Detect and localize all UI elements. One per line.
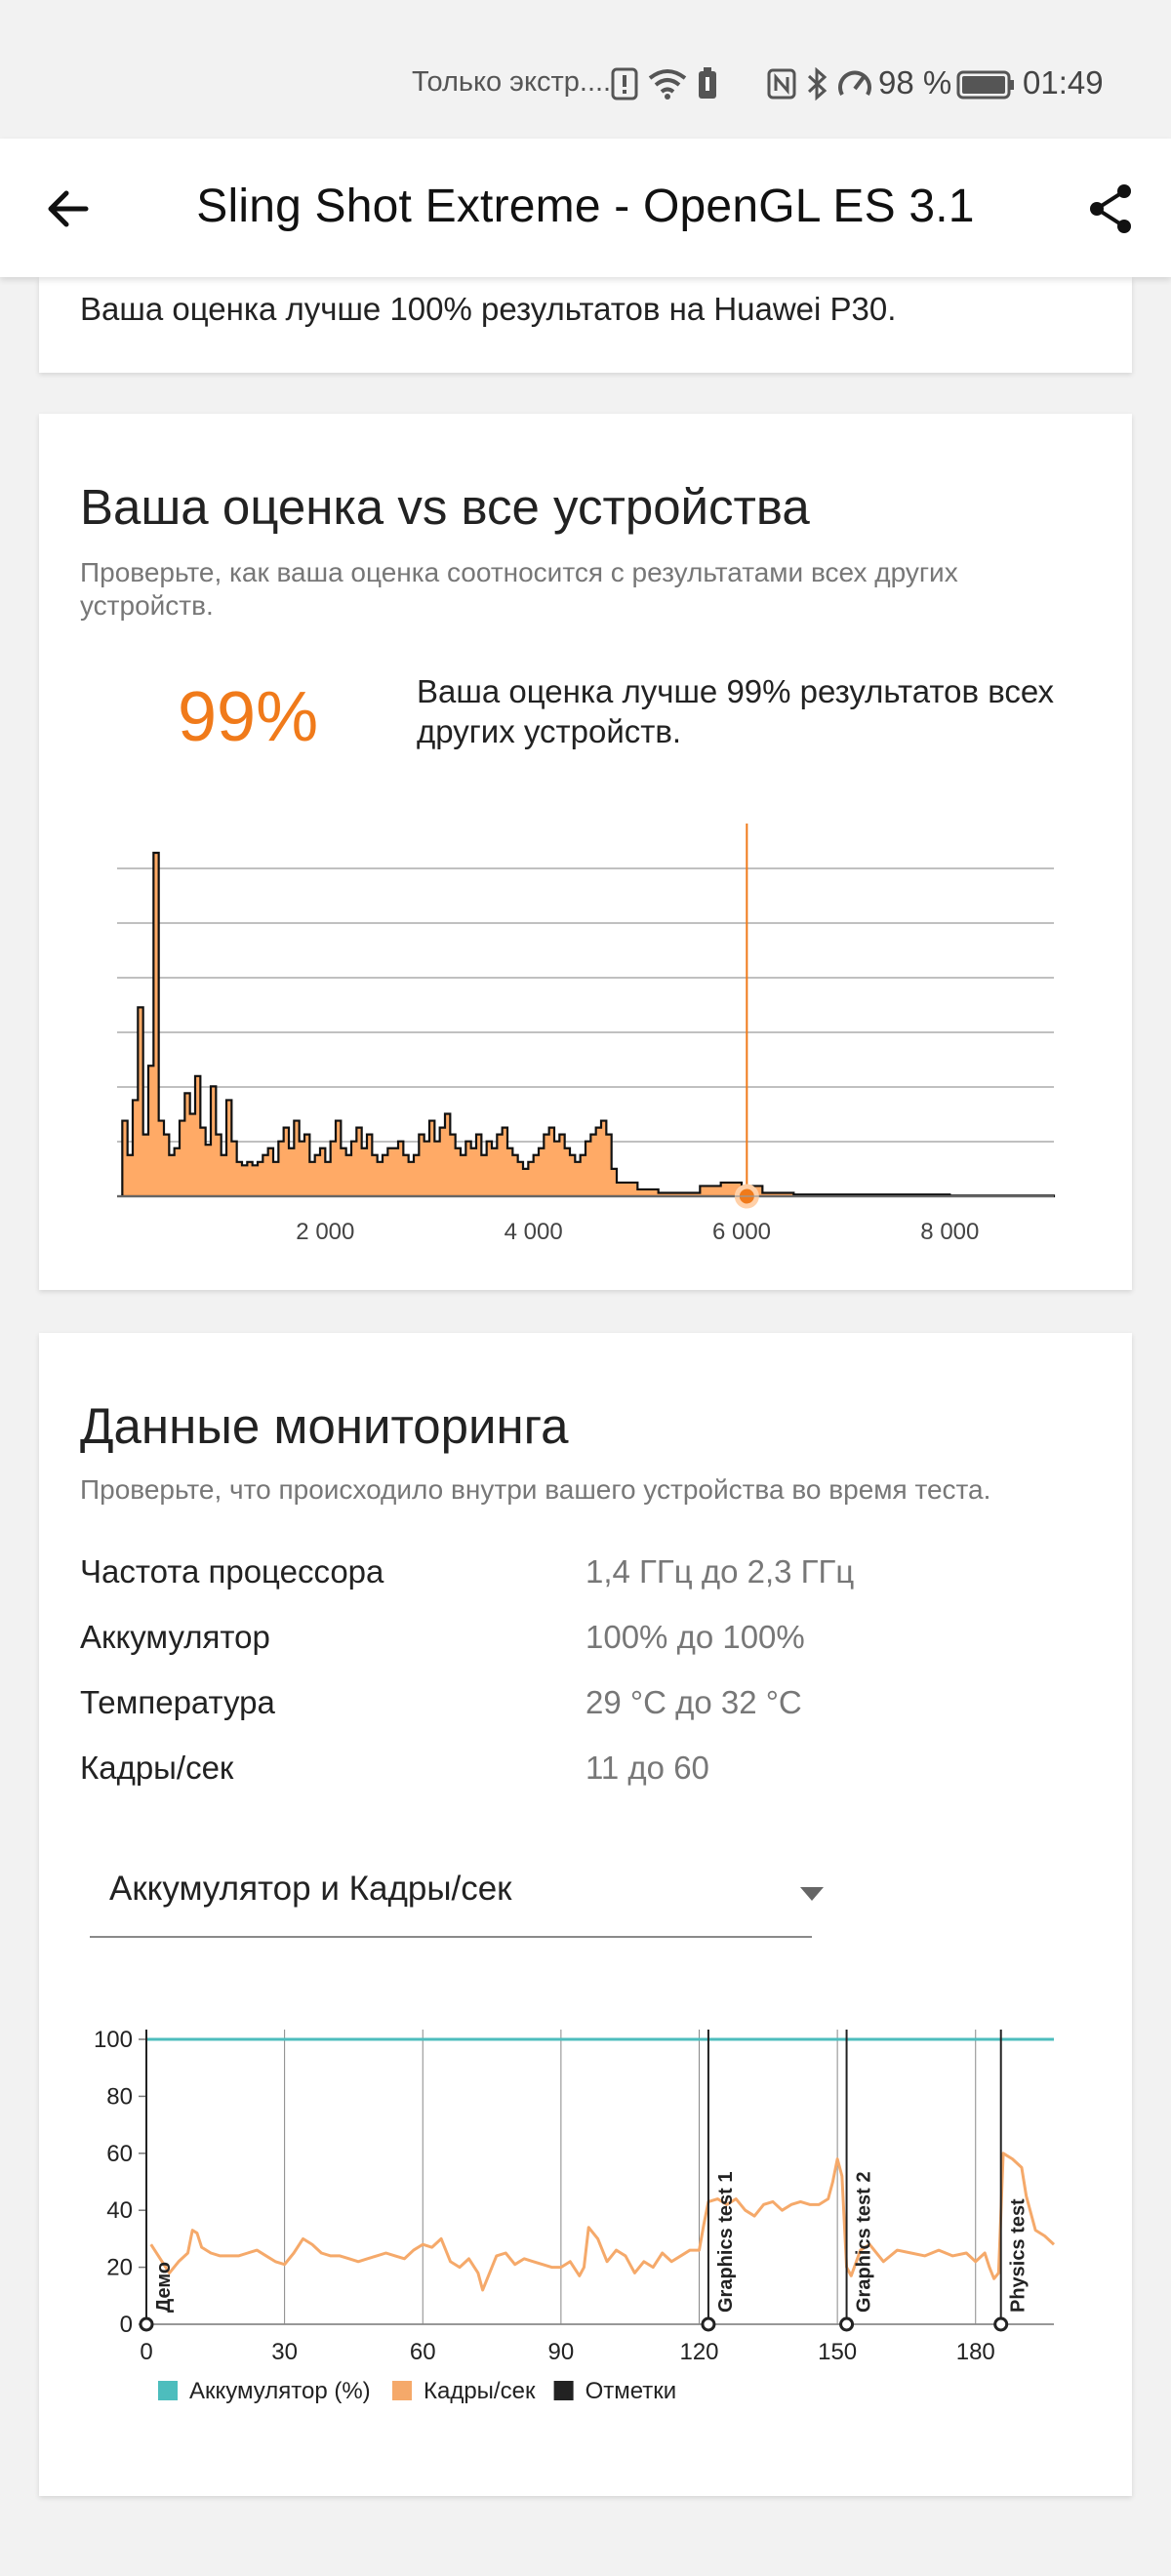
score-distribution-chart: 2 000 4 000 6 000 8 000 <box>117 824 1056 1245</box>
legend-label: Аккумулятор (%) <box>189 2378 371 2404</box>
x-tick-label: 150 <box>818 2339 857 2365</box>
x-tick-label: 90 <box>548 2339 575 2365</box>
x-axis-ticks: 2 000 4 000 6 000 8 000 <box>296 1219 979 1245</box>
chart-metric-dropdown[interactable]: Аккумулятор и Кадры/сек <box>90 1860 824 1938</box>
fps-value: 11 до 60 <box>586 1750 709 1786</box>
bluetooth-icon <box>807 67 828 101</box>
x-tick-label: 4 000 <box>505 1219 563 1245</box>
percentile-value: 99% <box>178 678 319 756</box>
status-icons-right <box>767 64 872 103</box>
battery-saver-icon <box>699 67 716 99</box>
legend-swatch <box>158 2381 178 2400</box>
x-axis-ticks: 0 30 60 90 120 150 180 <box>140 2339 994 2365</box>
test-marker-label: Graphics test 1 <box>715 2171 737 2313</box>
status-bar: Только экстр.... 98 % 01:49 <box>0 0 1171 139</box>
x-tick-label: 60 <box>410 2339 436 2365</box>
clock: 01:49 <box>1023 64 1104 101</box>
status-icons-left <box>611 64 718 103</box>
cpu-frequency-value: 1,4 ГГц до 2,3 ГГц <box>586 1553 855 1590</box>
x-tick-label: 8 000 <box>920 1219 979 1245</box>
monitoring-card: Данные мониторинга Проверьте, что происх… <box>39 1333 1132 2496</box>
dropdown-selected-value: Аккумулятор и Кадры/сек <box>109 1870 512 1908</box>
test-marker-dot <box>701 2316 716 2332</box>
share-icon[interactable] <box>1083 181 1138 236</box>
y-tick-label: 20 <box>106 2255 133 2281</box>
test-markers: Демо Graphics test 1 Graphics test 2 Physic… <box>139 2030 1030 2332</box>
x-tick-label: 180 <box>956 2339 995 2365</box>
legend-label: Отметки <box>586 2378 677 2404</box>
y-axis-ticks: 0 20 40 60 80 100 <box>94 2027 146 2338</box>
x-tick-label: 6 000 <box>712 1219 771 1245</box>
page-title: Sling Shot Extreme - OpenGL ES 3.1 <box>196 181 975 232</box>
monitoring-title: Данные мониторинга <box>80 1398 569 1454</box>
x-tick-label: 120 <box>679 2339 718 2365</box>
test-marker-dot <box>839 2316 855 2332</box>
monitoring-chart: 0 20 40 60 80 100 0 30 60 90 120 150 180 Демо Graphi… <box>94 2027 1056 2404</box>
test-marker-label: Демо <box>153 2262 175 2313</box>
legend-swatch <box>392 2381 412 2400</box>
legend-label: Кадры/сек <box>424 2378 536 2404</box>
nfc-icon <box>767 68 796 100</box>
temperature-label: Температура <box>80 1684 275 1720</box>
battery-label: Аккумулятор <box>80 1619 270 1655</box>
speed-icon <box>838 70 871 96</box>
test-marker-label: Graphics test 2 <box>854 2171 875 2313</box>
carrier-text: Только экстр.... <box>412 66 612 98</box>
alert-icon <box>611 67 638 101</box>
fps-series-line <box>149 2152 1056 2292</box>
all-devices-title: Ваша оценка vs все устройства <box>80 479 810 535</box>
all-devices-subtitle: Проверьте, как ваша оценка соотносится с… <box>80 557 958 621</box>
legend-swatch <box>553 2381 574 2400</box>
x-tick-label: 2 000 <box>296 1219 354 1245</box>
device-comparison-text: Ваша оценка лучше 100% результатов на Hu… <box>80 291 897 327</box>
percentile-description: Ваша оценка лучше 99% результатов всех д… <box>417 673 1055 749</box>
test-marker-label: Physics test <box>1008 2198 1030 2313</box>
monitoring-subtitle: Проверьте, что происходило внутри вашего… <box>80 1474 991 1505</box>
test-marker-dot <box>993 2316 1009 2332</box>
y-tick-label: 0 <box>120 2312 133 2338</box>
device-comparison-card: Ваша оценка лучше 100% результатов на Hu… <box>39 277 1132 373</box>
chart-gridlines <box>145 2030 1054 2325</box>
x-tick-label: 0 <box>140 2339 152 2365</box>
fps-label: Кадры/сек <box>80 1750 234 1786</box>
temperature-value: 29 °C до 32 °C <box>586 1684 802 1720</box>
app-bar: Sling Shot Extreme - OpenGL ES 3.1 <box>0 139 1171 277</box>
chart-gridlines <box>117 867 1054 1143</box>
test-marker-dot <box>139 2316 154 2332</box>
battery-percent: 98 % <box>878 64 952 101</box>
y-tick-label: 60 <box>106 2141 133 2167</box>
chevron-down-icon <box>800 1887 824 1901</box>
cpu-frequency-label: Частота процессора <box>80 1553 384 1590</box>
y-tick-label: 40 <box>106 2197 133 2224</box>
x-tick-label: 30 <box>271 2339 298 2365</box>
battery-icon <box>956 70 1014 100</box>
distribution-area <box>117 851 1056 1198</box>
chart-series <box>146 2037 1056 2292</box>
y-tick-label: 100 <box>94 2027 133 2053</box>
wifi-icon <box>648 69 687 100</box>
battery-value: 100% до 100% <box>586 1619 805 1655</box>
all-devices-card: Ваша оценка vs все устройства Проверьте,… <box>39 414 1132 1290</box>
chart-legend: Аккумулятор (%) Кадры/сек Отметки <box>158 2378 676 2404</box>
y-tick-label: 80 <box>106 2083 133 2110</box>
